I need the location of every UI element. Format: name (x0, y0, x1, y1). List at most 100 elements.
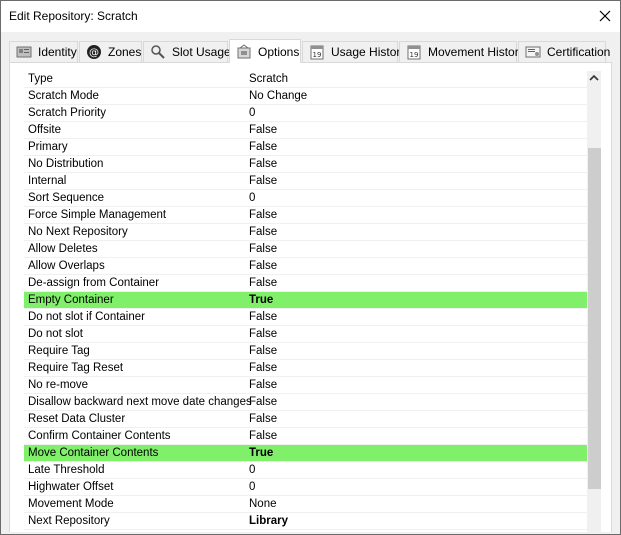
property-value[interactable]: True (249, 294, 273, 306)
property-name: Scratch Mode (28, 90, 99, 102)
property-value[interactable]: False (249, 362, 277, 374)
tab-label: Slot Usage (172, 45, 231, 59)
property-name: Sort Sequence (28, 192, 105, 204)
property-row[interactable]: Scratch Mode No Change (24, 88, 587, 105)
certificate-icon (525, 44, 541, 60)
calendar-icon: 19 (406, 44, 422, 60)
property-row[interactable]: Allow Deletes False (24, 241, 587, 258)
svg-text:19: 19 (313, 51, 322, 59)
property-value[interactable]: False (249, 328, 277, 340)
options-icon (236, 43, 252, 60)
property-name: Reset Data Cluster (28, 413, 126, 425)
property-value[interactable]: 0 (249, 481, 255, 493)
svg-text:19: 19 (410, 51, 419, 59)
scroll-thumb[interactable] (588, 148, 601, 489)
property-value[interactable]: False (249, 396, 277, 408)
property-row[interactable]: Scratch Priority 0 (24, 105, 587, 122)
property-value[interactable]: No Change (249, 90, 307, 102)
property-value[interactable]: Scratch (249, 73, 288, 85)
property-name: Empty Container (28, 294, 114, 306)
close-icon (599, 10, 611, 22)
property-row[interactable]: Sort Sequence 0 (24, 190, 587, 207)
vertical-scrollbar[interactable] (587, 71, 601, 533)
property-row[interactable]: Late Threshold 0 (24, 462, 587, 479)
property-row[interactable]: Primary False (24, 139, 587, 156)
property-row[interactable]: Movement Mode None (24, 496, 587, 513)
property-name: Type (28, 73, 53, 85)
tab-usage-history[interactable]: 19 Usage History (302, 41, 406, 62)
magnifier-icon (150, 44, 166, 60)
property-row[interactable]: Next Repository Library (24, 513, 587, 530)
property-row[interactable]: Require Tag False (24, 343, 587, 360)
property-value[interactable]: True (249, 447, 273, 459)
zones-icon: @ (86, 44, 102, 60)
property-value[interactable]: 0 (249, 192, 255, 204)
property-value[interactable]: False (249, 209, 277, 221)
property-grid: Type Scratch Scratch Mode No Change Scratch … (24, 71, 587, 530)
property-value[interactable]: Library (249, 515, 288, 527)
options-panel: Type Scratch Scratch Mode No Change Scratch … (9, 62, 612, 533)
property-name: De-assign from Container (28, 277, 160, 289)
property-value[interactable]: None (249, 498, 277, 510)
property-row[interactable]: Allow Overlaps False (24, 258, 587, 275)
property-value[interactable]: False (249, 175, 277, 187)
property-name: Require Tag Reset (28, 362, 124, 374)
property-row[interactable]: Force Simple Management False (24, 207, 587, 224)
tab-zones[interactable]: @ Zones (79, 41, 142, 62)
property-value[interactable]: False (249, 345, 277, 357)
property-value[interactable]: False (249, 311, 277, 323)
tab-movement-history[interactable]: 19 Movement History (399, 41, 525, 62)
property-row[interactable]: Offsite False (24, 122, 587, 139)
property-row[interactable]: Internal False (24, 173, 587, 190)
property-value[interactable]: False (249, 141, 277, 153)
property-row[interactable]: Do not slot if Container False (24, 309, 587, 326)
property-name: Highwater Offset (28, 481, 114, 493)
close-button[interactable] (590, 1, 620, 31)
property-name: No Distribution (28, 158, 104, 170)
property-name: Allow Overlaps (28, 260, 105, 272)
property-name: Do not slot (28, 328, 83, 340)
property-name: Movement Mode (28, 498, 114, 510)
property-value[interactable]: False (249, 226, 277, 238)
property-row[interactable]: Confirm Container Contents False (24, 428, 587, 445)
property-row[interactable]: Do not slot False (24, 326, 587, 343)
property-row[interactable]: Reset Data Cluster False (24, 411, 587, 428)
property-name: No re-move (28, 379, 89, 391)
tab-options[interactable]: Options (229, 39, 301, 63)
tab-label: Options (258, 44, 300, 59)
property-value[interactable]: False (249, 260, 277, 272)
property-row[interactable]: De-assign from Container False (24, 275, 587, 292)
property-row[interactable]: Require Tag Reset False (24, 360, 587, 377)
title-bar: Edit Repository: Scratch (1, 1, 620, 32)
property-row[interactable]: Type Scratch (24, 71, 587, 88)
property-row[interactable]: Empty Container True (24, 292, 587, 309)
property-value[interactable]: False (249, 277, 277, 289)
property-value[interactable]: False (249, 413, 277, 425)
chevron-up-icon (589, 74, 599, 81)
tab-identity[interactable]: Identity (9, 41, 78, 62)
tab-label: Zones (108, 45, 142, 59)
property-value[interactable]: 0 (249, 107, 255, 119)
property-name: Primary (28, 141, 68, 153)
property-value[interactable]: False (249, 243, 277, 255)
tab-label: Certification (547, 45, 611, 59)
property-value[interactable]: False (249, 379, 277, 391)
property-value[interactable]: 0 (249, 464, 255, 476)
property-value[interactable]: False (249, 430, 277, 442)
tab-slot-usage[interactable]: Slot Usage (143, 41, 231, 62)
property-row[interactable]: Highwater Offset 0 (24, 479, 587, 496)
tab-certification[interactable]: Certification (518, 41, 610, 62)
property-row[interactable]: Disallow backward next move date changes… (24, 394, 587, 411)
property-row[interactable]: Move Container Contents True (24, 445, 587, 462)
property-value[interactable]: False (249, 158, 277, 170)
property-value[interactable]: False (249, 124, 277, 136)
property-row[interactable]: No Next Repository False (24, 224, 587, 241)
tab-label: Identity (38, 45, 77, 59)
property-name: Allow Deletes (28, 243, 98, 255)
scroll-up-button[interactable] (587, 71, 601, 85)
property-name: Force Simple Management (28, 209, 167, 221)
property-row[interactable]: No Distribution False (24, 156, 587, 173)
property-row[interactable]: No re-move False (24, 377, 587, 394)
property-name: Next Repository (28, 515, 110, 527)
identity-icon (16, 44, 32, 60)
